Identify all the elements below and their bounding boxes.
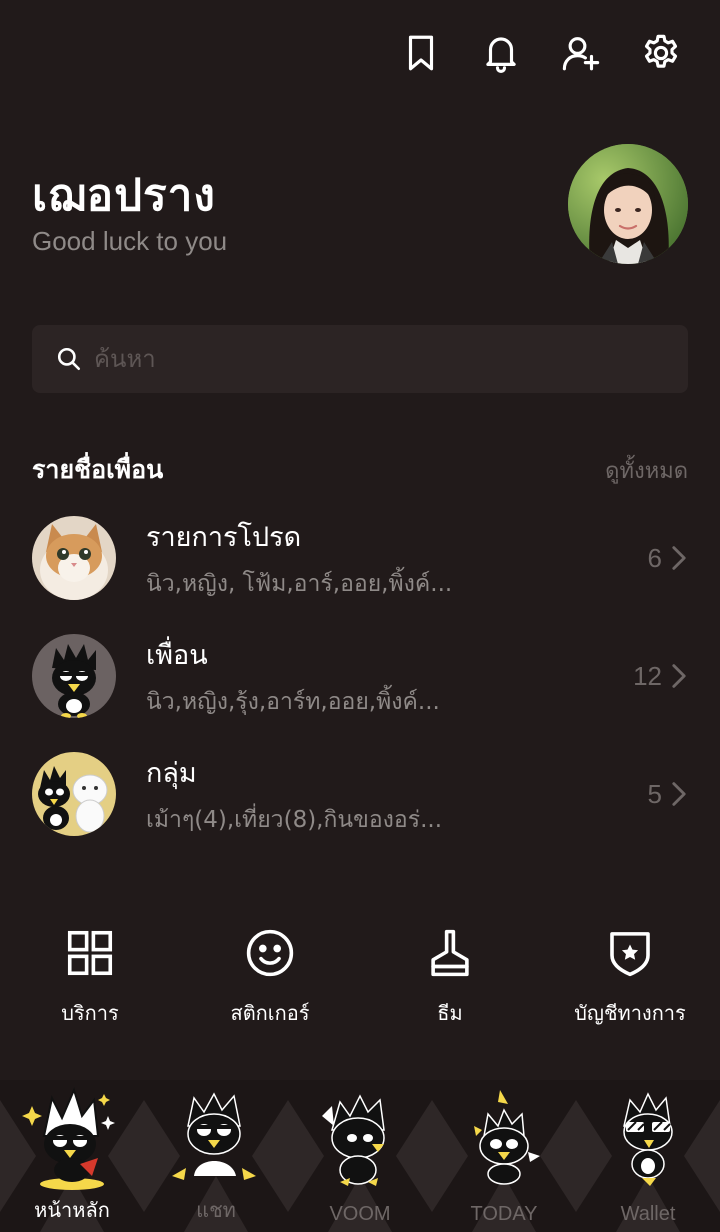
badtz-maru-avatar — [32, 634, 116, 718]
voom-mascot-icon — [322, 1094, 385, 1186]
tab-label: แชท — [196, 1200, 236, 1222]
list-item-subtitle: นิว,หญิง,รุ้ง,อาร์ท,ออย,พิ้งค์... — [146, 688, 440, 715]
tab-wallet[interactable]: Wallet — [576, 1080, 720, 1232]
list-item-favorites[interactable]: รายการโปรด นิว,หญิง, โฟ้ม,อาร์,ออย,พิ้งค… — [32, 513, 688, 603]
smiley-icon — [246, 929, 294, 977]
list-item-count: 12 — [633, 660, 662, 691]
list-item-subtitle: เม้าๆ(4),เที่ยว(8),กินของอร่... — [146, 806, 443, 833]
service-label: สติกเกอร์ — [230, 1001, 310, 1025]
list-item-title: รายการโปรด — [146, 521, 302, 553]
tab-today[interactable]: TODAY — [432, 1080, 576, 1232]
chevron-right-icon — [672, 782, 686, 806]
brush-icon — [431, 929, 469, 977]
tab-label: TODAY — [470, 1203, 538, 1225]
tab-home[interactable]: หน้าหลัก — [0, 1080, 144, 1232]
tab-chat[interactable]: แชท — [144, 1080, 288, 1232]
friends-section-title: รายชื่อเพื่อน — [32, 455, 164, 484]
list-item-title: เพื่อน — [146, 639, 208, 671]
shield-star-icon — [610, 932, 650, 977]
home-mascot-icon — [22, 1087, 115, 1190]
profile-status-message[interactable]: Good luck to you — [32, 226, 227, 257]
chevron-right-icon — [672, 546, 686, 570]
chat-mascot-icon — [172, 1092, 256, 1180]
service-label: บริการ — [61, 1001, 119, 1025]
chevron-right-icon — [672, 664, 686, 688]
gear-icon[interactable] — [638, 30, 684, 76]
tab-voom[interactable]: VOOM — [288, 1080, 432, 1232]
service-button-services[interactable]: บริการ — [0, 925, 180, 1029]
bottom-tab-bar: หน้าหลัก แชท VOOM TODAY Wallet — [0, 1080, 720, 1232]
service-button-stickers[interactable]: สติกเกอร์ — [180, 925, 360, 1029]
search-icon — [57, 347, 81, 371]
profile-avatar[interactable] — [568, 144, 688, 264]
service-label: บัญชีทางการ — [574, 1001, 686, 1025]
search-bar[interactable] — [32, 325, 688, 393]
wallet-mascot-icon — [623, 1092, 673, 1186]
service-label: ธีม — [437, 1001, 463, 1025]
list-item-count: 5 — [647, 778, 662, 809]
tab-label: Wallet — [620, 1203, 676, 1225]
tab-label: หน้าหลัก — [34, 1200, 110, 1222]
top-toolbar — [398, 30, 684, 76]
list-item-subtitle: นิว,หญิง, โฟ้ม,อาร์,ออย,พิ้งค์... — [146, 570, 453, 597]
group-avatar — [32, 752, 116, 836]
service-button-official-accounts[interactable]: บัญชีทางการ — [540, 925, 720, 1029]
view-all-link[interactable]: ดูทั้งหมด — [605, 453, 688, 488]
list-item-title: กลุ่ม — [146, 757, 197, 789]
today-mascot-icon — [474, 1090, 540, 1185]
profile-name[interactable]: เฌอปราง — [32, 160, 216, 230]
list-item-friends[interactable]: เพื่อน นิว,หญิง,รุ้ง,อาร์ท,ออย,พิ้งค์...… — [32, 631, 688, 721]
services-row: บริการ สติกเกอร์ ธีม บัญชีทางการ — [0, 925, 720, 1029]
cat-avatar — [32, 516, 116, 600]
list-item-count: 6 — [647, 542, 662, 573]
search-input[interactable] — [94, 345, 654, 373]
friends-section-header: รายชื่อเพื่อน ดูทั้งหมด — [32, 450, 688, 490]
bookmark-icon[interactable] — [398, 30, 444, 76]
add-friend-icon[interactable] — [558, 30, 604, 76]
service-button-themes[interactable]: ธีม — [360, 925, 540, 1029]
list-item-groups[interactable]: กลุ่ม เม้าๆ(4),เที่ยว(8),กินของอร่... 5 — [32, 749, 688, 839]
bell-icon[interactable] — [478, 30, 524, 76]
tab-label: VOOM — [329, 1203, 391, 1225]
grid-icon — [67, 930, 113, 976]
